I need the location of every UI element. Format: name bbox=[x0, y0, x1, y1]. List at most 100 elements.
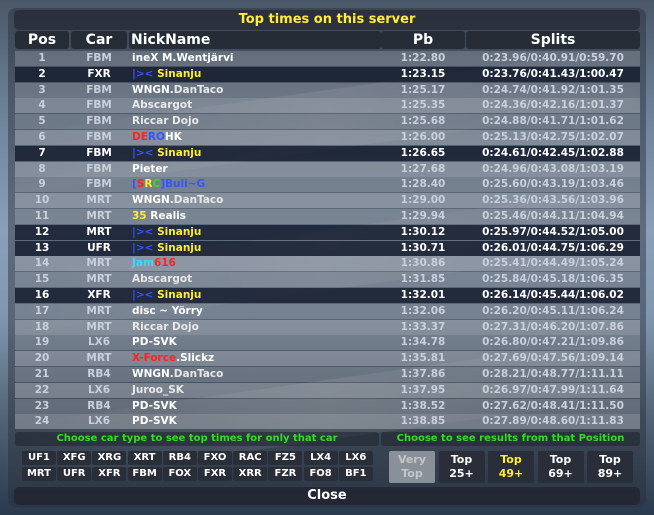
table-row: 6 FBM DEROHK 1:26.00 0:25.13/0:42.75/1:02.07 bbox=[15, 130, 640, 145]
nickname-segment: Riccar Dojo bbox=[132, 320, 199, 333]
car-button-xfr[interactable]: XFR bbox=[92, 467, 127, 481]
row-personal-best: 1:26.65 bbox=[400, 146, 446, 159]
table-row: 17 MRT disc ~ Yörry 1:32.06 0:26.20/0:45.11/… bbox=[15, 303, 640, 319]
nickname-segment: PD-SVK bbox=[132, 336, 177, 349]
row-position: 18 bbox=[34, 320, 50, 333]
row-position: 8 bbox=[38, 162, 46, 175]
car-button-xrr[interactable]: XRR bbox=[233, 467, 268, 481]
table-row: 4 FBM Abscargot 1:25.35 0:24.36/0:42.16/1:01… bbox=[15, 98, 640, 114]
close-button[interactable]: Close bbox=[14, 487, 640, 505]
table-row: 24 LX6 PD-SVK 1:38.85 0:27.89/0:48.60/1:11.8… bbox=[15, 414, 640, 430]
table-row: 18 MRT Riccar Dojo 1:33.37 0:27.31/0:46.20/1… bbox=[15, 319, 640, 335]
row-nickname: Riccar Dojo bbox=[131, 114, 380, 129]
row-car: FBM bbox=[86, 52, 112, 64]
row-personal-best: 1:27.68 bbox=[400, 162, 446, 175]
row-personal-best: 1:32.01 bbox=[400, 289, 446, 301]
row-car: MRT bbox=[86, 304, 112, 317]
row-splits: 0:26.14/0:45.44/1:06.02 bbox=[482, 289, 624, 301]
car-button-fo8[interactable]: FO8 bbox=[303, 467, 338, 481]
row-position: 6 bbox=[38, 131, 46, 143]
table-row: 11 MRT 35 Realis 1:29.94 0:25.46/0:44.11/1:0… bbox=[15, 209, 640, 224]
row-nickname: WNGN.DanTaco bbox=[131, 193, 380, 208]
row-car: FBM bbox=[86, 99, 112, 112]
row-splits: 0:24.36/0:42.16/1:01.37 bbox=[482, 99, 624, 112]
row-position: 13 bbox=[34, 241, 50, 254]
position-button[interactable]: Top 69+ bbox=[537, 451, 584, 483]
row-personal-best: 1:25.68 bbox=[400, 115, 446, 128]
panel-title: Top times on this server bbox=[14, 10, 640, 30]
nickname-segment: 616 bbox=[153, 257, 176, 270]
row-splits: 0:26.01/0:44.75/1:06.29 bbox=[482, 241, 624, 254]
nickname-segment: DanTaco bbox=[173, 194, 224, 207]
nickname-segment: X-Force bbox=[132, 352, 177, 365]
row-nickname: |>< Sinanju bbox=[131, 288, 380, 303]
position-button[interactable]: Top 89+ bbox=[587, 451, 633, 483]
car-button-ufr[interactable]: UFR bbox=[57, 467, 92, 481]
table-row: 15 MRT Abscargot 1:31.85 0:25.84/0:45.18/1:0… bbox=[15, 272, 640, 288]
row-personal-best: 1:30.71 bbox=[400, 241, 446, 254]
car-button-fxr[interactable]: FXR bbox=[198, 467, 232, 481]
table-row: 14 MRT Jam616 1:30.86 0:25.41/0:44.49/1:05.2… bbox=[15, 256, 640, 272]
row-position: 19 bbox=[34, 336, 50, 349]
car-type-hint: Choose car type to see top times for onl… bbox=[15, 432, 379, 446]
row-splits: 0:27.69/0:47.56/1:09.14 bbox=[482, 352, 624, 365]
car-button-rb4[interactable]: RB4 bbox=[162, 451, 197, 465]
row-car: MRT bbox=[86, 210, 112, 222]
position-button[interactable]: Top 49+ bbox=[488, 451, 534, 483]
row-car: FBM bbox=[86, 178, 112, 191]
nickname-segment: Juroo_SK bbox=[132, 383, 184, 396]
car-button-bf1[interactable]: BF1 bbox=[338, 467, 373, 481]
row-nickname: DEROHK bbox=[131, 130, 380, 145]
row-splits: 0:27.62/0:48.41/1:11.50 bbox=[482, 399, 624, 412]
row-nickname: Jam616 bbox=[131, 256, 380, 271]
row-car: LX6 bbox=[87, 336, 111, 349]
car-button-rac[interactable]: RAC bbox=[233, 451, 268, 465]
car-button-fz5[interactable]: FZ5 bbox=[268, 451, 303, 465]
nickname-segment: |>< bbox=[132, 146, 154, 159]
nickname-segment: Sinanju bbox=[153, 289, 202, 301]
row-splits: 0:27.89/0:48.60/1:11.83 bbox=[482, 415, 624, 428]
nickname-segment: Sinanju bbox=[153, 225, 202, 238]
car-button-fox[interactable]: FOX bbox=[162, 467, 197, 481]
car-button-fxo[interactable]: FXO bbox=[198, 451, 232, 465]
row-splits: 0:24.88/0:41.71/1:01.62 bbox=[482, 115, 624, 128]
car-button-xrt[interactable]: XRT bbox=[127, 451, 162, 465]
nickname-segment: M.Wentjärvi bbox=[158, 52, 234, 64]
nickname-segment: Abscargot bbox=[132, 99, 193, 112]
car-button-lx6[interactable]: LX6 bbox=[338, 451, 373, 465]
row-position: 22 bbox=[34, 383, 50, 396]
table-row: 5 FBM Riccar Dojo 1:25.68 0:24.88/0:41.71/1:… bbox=[15, 114, 640, 130]
row-position: 7 bbox=[38, 146, 46, 159]
row-nickname: ineX M.Wentjärvi bbox=[131, 51, 380, 66]
row-splits: 0:25.13/0:42.75/1:02.07 bbox=[482, 131, 624, 143]
row-nickname: PD-SVK bbox=[131, 399, 380, 414]
nickname-segment: WNGN. bbox=[132, 368, 174, 380]
car-button-xrg[interactable]: XRG bbox=[92, 451, 127, 465]
car-button-uf1[interactable]: UF1 bbox=[22, 451, 56, 465]
table-row: 16 XFR |>< Sinanju 1:32.01 0:26.14/0:45.44/1… bbox=[15, 288, 640, 303]
row-position: 15 bbox=[34, 273, 50, 286]
column-header-splits: Splits bbox=[466, 31, 640, 49]
row-position: 24 bbox=[34, 415, 50, 428]
row-car: LX6 bbox=[87, 415, 111, 428]
row-position: 9 bbox=[38, 178, 46, 191]
position-button[interactable]: Top 25+ bbox=[438, 451, 485, 483]
car-button-mrt[interactable]: MRT bbox=[22, 467, 56, 481]
row-splits: 0:26.97/0:47.99/1:11.64 bbox=[482, 383, 624, 396]
row-position: 4 bbox=[38, 99, 46, 112]
car-button-xfg[interactable]: XFG bbox=[57, 451, 92, 465]
table-row: 2 FXR |>< Sinanju 1:23.15 0:23.76/0:41.43/1:… bbox=[15, 66, 640, 82]
car-button-lx4[interactable]: LX4 bbox=[303, 451, 338, 465]
row-personal-best: 1:34.78 bbox=[400, 336, 446, 349]
car-button-fbm[interactable]: FBM bbox=[127, 467, 162, 481]
row-nickname: |>< Sinanju bbox=[131, 225, 380, 240]
row-splits: 0:28.21/0:48.77/1:11.11 bbox=[482, 368, 624, 380]
row-position: 1 bbox=[38, 52, 46, 64]
car-button-fzr[interactable]: FZR bbox=[268, 467, 303, 481]
row-position: 3 bbox=[38, 83, 46, 96]
row-splits: 0:24.61/0:42.45/1:02.88 bbox=[482, 146, 624, 159]
row-splits: 0:26.80/0:47.21/1:09.86 bbox=[482, 336, 624, 349]
position-button-label: Top bbox=[500, 453, 522, 466]
row-splits: 0:23.76/0:41.43/1:00.47 bbox=[482, 67, 624, 80]
nickname-segment: Riccar Dojo bbox=[132, 115, 199, 128]
